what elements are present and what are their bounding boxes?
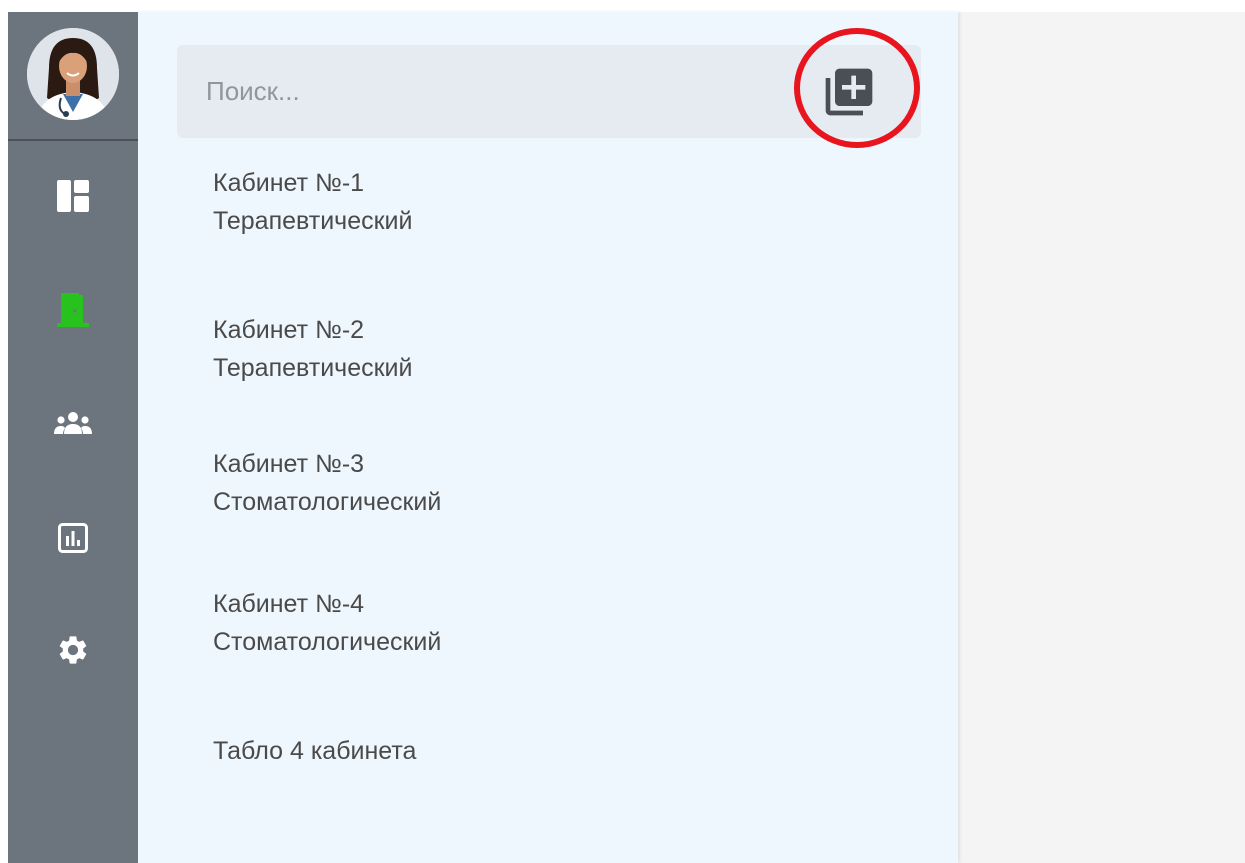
sidebar-item-cabinets[interactable] (8, 280, 138, 340)
search-input[interactable] (177, 45, 777, 138)
chart-icon (58, 523, 88, 553)
list-item-subtitle: Терапевтический (213, 354, 413, 382)
door-icon (57, 293, 89, 327)
list-item-subtitle: Стоматологический (213, 628, 442, 656)
content-area (958, 12, 1245, 863)
list-item-subtitle: Терапевтический (213, 207, 413, 235)
list-item-title: Кабинет №-1 (213, 169, 365, 197)
add-to-library-icon (825, 68, 873, 116)
gear-icon (59, 636, 87, 664)
app-frame: Кабинет №-1 Терапевтический Кабинет №-2 … (8, 12, 1245, 863)
list-item-subtitle: Стоматологический (213, 488, 442, 516)
sidebar-item-dashboard[interactable] (8, 166, 138, 226)
list-item[interactable]: Табло 4 кабинета (213, 732, 416, 770)
list-item-title: Кабинет №-4 (213, 590, 365, 618)
avatar-image (27, 28, 119, 120)
rail-divider (8, 139, 138, 141)
list-item-title: Кабинет №-3 (213, 450, 365, 478)
sidebar-item-settings[interactable] (8, 620, 138, 680)
icon-rail (8, 12, 138, 863)
list-item-title: Кабинет №-2 (213, 316, 365, 344)
avatar[interactable] (27, 28, 119, 120)
add-cabinet-button[interactable] (817, 59, 881, 125)
dashboard-icon (57, 180, 89, 212)
users-icon (54, 412, 92, 434)
list-item-title: Табло 4 кабинета (213, 737, 417, 765)
cabinet-list-panel: Кабинет №-1 Терапевтический Кабинет №-2 … (138, 12, 958, 863)
sidebar-item-users[interactable] (8, 394, 138, 454)
list-item[interactable]: Кабинет №-2 Терапевтический (213, 311, 412, 387)
search-box (177, 45, 921, 138)
list-item[interactable]: Кабинет №-4 Стоматологический (213, 585, 441, 661)
sidebar-item-reports[interactable] (8, 508, 138, 568)
list-item[interactable]: Кабинет №-1 Терапевтический (213, 164, 412, 240)
list-item[interactable]: Кабинет №-3 Стоматологический (213, 445, 441, 521)
